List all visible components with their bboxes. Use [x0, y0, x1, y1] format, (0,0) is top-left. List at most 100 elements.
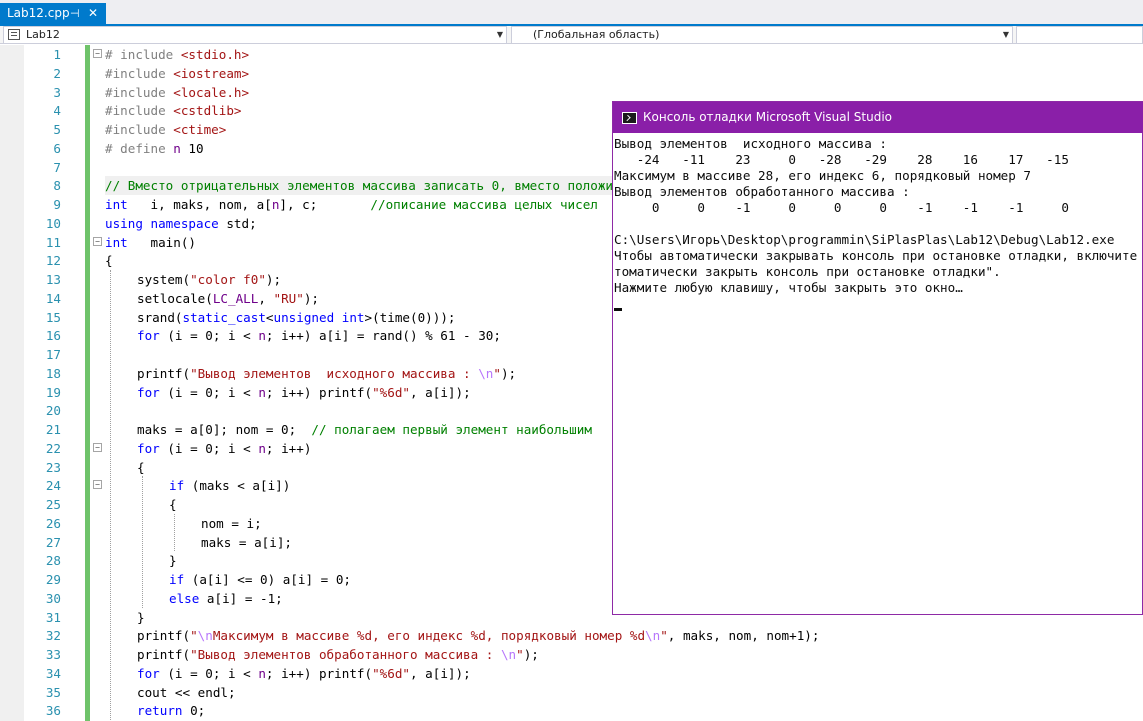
- line-number: 10: [45, 215, 61, 231]
- code-line[interactable]: 3 #include <locale.h>: [0, 83, 1143, 102]
- code-token: int: [341, 309, 365, 325]
- console-output[interactable]: Вывод элементов исходного массива : -24 …: [613, 133, 1142, 614]
- indent-guide: [142, 476, 143, 608]
- line-number: 9: [53, 197, 61, 212]
- code-token: (a[i] <= 0) a[i] = 0;: [184, 572, 351, 587]
- code-token: //описание массива целых чисел: [370, 197, 598, 212]
- code-token: ], c;: [279, 197, 371, 212]
- code-text: if (a[i] <= 0) a[i] = 0;: [169, 570, 351, 589]
- code-token: maks = a[i];: [201, 534, 292, 550]
- line-number: 17: [45, 347, 61, 362]
- collapse-icon[interactable]: −: [93, 442, 102, 452]
- console-cursor-line: [614, 296, 1142, 312]
- code-line[interactable]: 34 for (i = 0; i < n; i++) printf("%6d", …: [0, 664, 1143, 683]
- project-icon: [8, 29, 20, 40]
- line-number: 35: [45, 684, 61, 700]
- code-token: int: [105, 234, 128, 250]
- collapse-icon[interactable]: −: [93, 480, 102, 490]
- code-token: static_cast: [182, 309, 266, 325]
- scope-dropdown[interactable]: (Глобальная область) ▼: [511, 26, 1013, 44]
- console-line: томатически закрыть консоль при остановк…: [614, 264, 1001, 279]
- line-number: 21: [45, 422, 61, 437]
- line-number: 18: [45, 365, 61, 381]
- code-token: using: [105, 215, 143, 231]
- code-token: , a[i]);: [410, 384, 471, 400]
- code-text: #include <locale.h>: [105, 83, 249, 102]
- line-number: 27: [45, 534, 61, 550]
- console-line: Нажмите любую клавишу, чтобы закрыть это…: [614, 280, 963, 295]
- code-text: printf("Вывод элементов исходного массив…: [137, 364, 516, 383]
- console-line: Вывод элементов исходного массива :: [614, 136, 887, 151]
- indent-guide: [174, 513, 175, 552]
- code-text: for (i = 0; i < n; i++): [137, 439, 311, 458]
- code-token: 0;: [182, 703, 206, 719]
- console-line: C:\Users\Игорь\Desktop\programmin\SiPlas…: [614, 232, 1115, 247]
- code-line[interactable]: 2 #include <iostream>: [0, 64, 1143, 83]
- code-text: {: [105, 251, 113, 270]
- code-token: for: [137, 665, 160, 681]
- code-token: (maks < a[i]): [184, 478, 291, 494]
- chevron-down-icon: ▼: [1002, 30, 1009, 39]
- text-cursor: [614, 308, 622, 311]
- code-text: // Вместо отрицательных элементов массив…: [105, 176, 689, 196]
- code-line[interactable]: 32 printf("\nМаксимум в массиве %d, его и…: [0, 626, 1143, 645]
- line-number: 30: [45, 590, 61, 606]
- line-number: 26: [45, 515, 61, 531]
- code-text: maks = a[0]; nom = 0; // полагаем первый…: [137, 420, 592, 439]
- code-text: }: [169, 551, 177, 570]
- code-token: \n: [478, 365, 494, 381]
- code-text: #include <cstdlib>: [105, 101, 242, 120]
- console-line: -24 -11 23 0 -28 -29 28 16 17 -15: [614, 152, 1069, 167]
- code-token: nom = i;: [201, 515, 262, 531]
- code-line[interactable]: 35 cout << endl;: [0, 683, 1143, 702]
- code-text: return 0;: [137, 701, 205, 720]
- code-token: main(): [127, 234, 196, 250]
- code-token: n: [258, 328, 266, 344]
- line-number: 1: [53, 47, 61, 62]
- code-token: Максимум в массиве %d, его индекс %d, по…: [212, 628, 646, 644]
- line-number: 34: [45, 665, 61, 681]
- code-token: ; i++) a[i] = rand() % 61 - 30;: [265, 328, 501, 344]
- line-number: 15: [45, 309, 61, 325]
- console-icon: [622, 112, 637, 124]
- collapse-icon[interactable]: −: [93, 49, 102, 58]
- debug-console-window[interactable]: Консоль отладки Microsoft Visual Studio …: [612, 101, 1143, 615]
- code-token: unsigned: [273, 309, 335, 325]
- code-token: {: [137, 459, 145, 475]
- code-text: maks = a[i];: [201, 533, 292, 552]
- line-number: 6: [53, 140, 61, 156]
- code-text: setlocale(LC_ALL, "RU");: [137, 289, 319, 308]
- project-dropdown[interactable]: Lab12 ▼: [3, 26, 507, 44]
- pin-icon[interactable]: ⊣: [70, 3, 80, 24]
- code-token: #include: [105, 103, 174, 119]
- line-number: 36: [45, 703, 61, 719]
- code-token: LC_ALL: [212, 290, 259, 306]
- code-token: (i = 0; i <: [159, 440, 259, 456]
- document-tab[interactable]: Lab12.cpp ⊣ ✕: [0, 3, 106, 24]
- code-line[interactable]: 36 return 0;: [0, 701, 1143, 720]
- code-token: \n: [197, 628, 213, 644]
- close-icon[interactable]: ✕: [88, 3, 98, 24]
- code-token: ": [190, 628, 198, 644]
- line-number: 23: [45, 459, 61, 475]
- code-token: #include: [105, 122, 174, 137]
- code-token: (i = 0; i <: [159, 328, 259, 344]
- code-token: );: [523, 647, 539, 662]
- line-number: 4: [53, 103, 61, 119]
- code-token: );: [500, 365, 517, 381]
- member-dropdown[interactable]: [1016, 26, 1143, 44]
- code-text: for (i = 0; i < n; i++) a[i] = rand() % …: [137, 326, 501, 345]
- collapse-icon[interactable]: −: [93, 236, 102, 246]
- code-token: setlocale(: [137, 290, 213, 306]
- line-number: 32: [45, 628, 61, 644]
- console-line: 0 0 -1 0 0 0 -1 -1 -1 0: [614, 200, 1069, 215]
- console-titlebar[interactable]: Консоль отладки Microsoft Visual Studio: [613, 102, 1143, 133]
- code-token: }: [169, 553, 177, 569]
- code-line[interactable]: 33 printf("Вывод элементов обработанного …: [0, 645, 1143, 664]
- code-token: // полагаем первый элемент наибольшим: [311, 422, 592, 437]
- code-token: {: [105, 253, 113, 269]
- code-line[interactable]: 1 − # include <stdio.h>: [0, 45, 1143, 64]
- code-token: n: [173, 140, 181, 156]
- code-token: (i = 0; i <: [159, 665, 259, 681]
